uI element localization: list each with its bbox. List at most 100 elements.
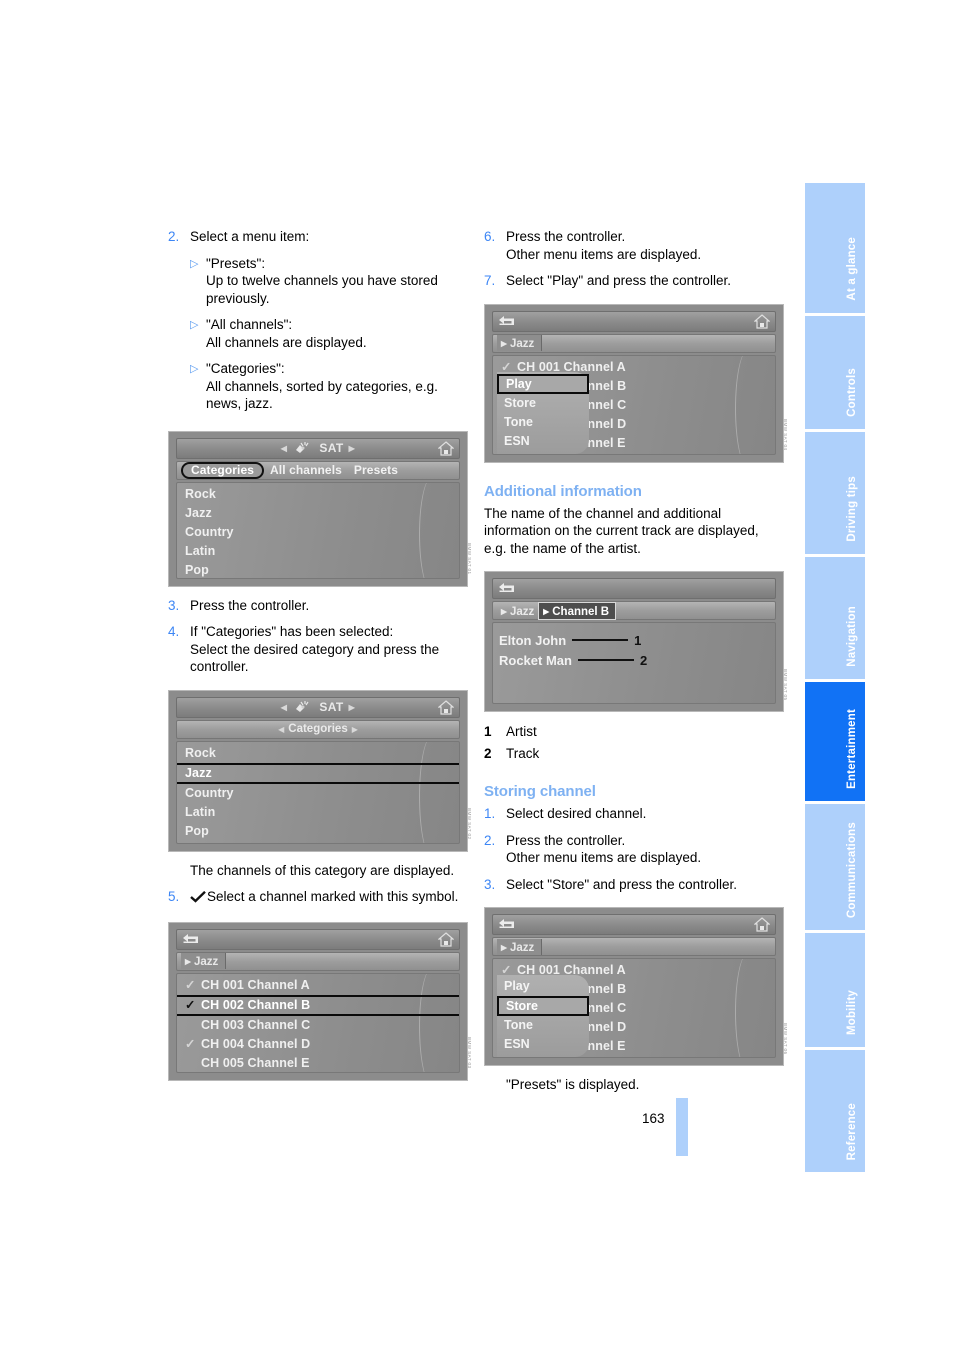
menu-item-store[interactable]: Store	[497, 996, 589, 1016]
list-item[interactable]: Pop	[177, 822, 459, 841]
satellite-icon	[292, 700, 314, 714]
storing-step-1: 1. Select desired channel.	[484, 805, 784, 823]
context-menu: Play Store Tone ESN	[497, 371, 589, 454]
home-icon[interactable]	[753, 917, 771, 932]
screen-title-bar	[492, 310, 776, 332]
back-arrow-icon[interactable]	[498, 315, 516, 328]
menu-item-tone[interactable]: Tone	[497, 413, 589, 432]
figure-sat-categories-tabs: ◀ SAT ▶ Categories All channels Presets …	[168, 430, 472, 587]
section-tabs: At a glance Controls Driving tips Naviga…	[805, 183, 865, 1175]
breadcrumb-categories[interactable]: Categories	[284, 723, 351, 735]
sidebar-item-label: Communications	[846, 821, 858, 918]
step-7: 7. Select "Play" and press the controlle…	[484, 272, 784, 290]
bullet-categories: ▷ "Categories": All channels, sorted by …	[190, 360, 468, 413]
step-text: If "Categories" has been selected: Selec…	[190, 623, 468, 676]
screen-breadcrumb-row: ▸ Jazz	[176, 951, 460, 971]
home-icon[interactable]	[753, 313, 771, 329]
back-arrow-icon[interactable]	[182, 933, 200, 946]
list-item[interactable]: Pop	[177, 561, 459, 578]
sidebar-item-reference[interactable]: Reference	[805, 1050, 865, 1172]
legend-key: 1	[484, 724, 492, 739]
step-number: 3.	[168, 597, 180, 613]
figure-channel-info: ▸ Jazz ▸ Channel B Elton John 1 Rocket M…	[484, 571, 788, 712]
step-4: 4. If "Categories" has been selected: Se…	[168, 623, 468, 676]
step-number: 2.	[168, 229, 180, 244]
back-arrow-icon[interactable]	[498, 582, 516, 595]
list-item[interactable]: Jazz	[177, 504, 459, 523]
sidebar-item-mobility[interactable]: Mobility	[805, 933, 865, 1047]
legend-value: Track	[506, 746, 540, 761]
list-item-label: CH 001 Channel A	[201, 977, 310, 992]
satellite-icon	[292, 441, 314, 455]
menu-item-play[interactable]: Play	[497, 373, 589, 394]
menu-item-tone[interactable]: Tone	[497, 1016, 589, 1035]
callout-leader-line	[572, 639, 629, 641]
list-item[interactable]: Latin	[177, 542, 459, 561]
step-text: Select desired channel.	[506, 806, 647, 821]
list-item[interactable]: ✓CH 003 Channel C	[177, 1016, 459, 1035]
tab-categories[interactable]: Categories	[181, 461, 265, 479]
menu-item-esn[interactable]: ESN	[497, 1035, 589, 1054]
tab-all-channels[interactable]: All channels	[264, 463, 348, 477]
menu-item-store[interactable]: Store	[497, 394, 589, 413]
breadcrumb-jazz[interactable]: ▸ Jazz	[181, 953, 227, 969]
list-item[interactable]: Rock	[177, 744, 459, 763]
step-number: 1.	[484, 806, 496, 821]
menu-item-play[interactable]: Play	[497, 977, 589, 996]
screen-breadcrumb-row: ▸ Jazz	[492, 333, 776, 353]
breadcrumb-channel-b[interactable]: ▸ Channel B	[538, 601, 617, 620]
step-number: 5.	[168, 889, 180, 904]
figure-sat-category-jazz: ◀ SAT ▶ ◀ Categories ▶ Rock Jazz Country…	[168, 689, 472, 852]
screen-title-bar: ◀ SAT ▶	[176, 437, 460, 459]
list-item[interactable]: Latin	[177, 803, 459, 822]
back-arrow-icon[interactable]	[498, 918, 516, 931]
sidebar-item-label: Reference	[846, 1102, 858, 1160]
sidebar-item-at-a-glance[interactable]: At a glance	[805, 183, 865, 313]
list-item-selected[interactable]: ✓ CH 002 Channel B	[177, 994, 459, 1016]
sidebar-item-communications[interactable]: Communications	[805, 804, 865, 930]
breadcrumb-jazz-label: Jazz	[193, 956, 219, 968]
bullet-title: "Categories":	[206, 361, 285, 376]
breadcrumb-jazz[interactable]: ▸ Jazz	[497, 938, 543, 955]
step-number: 4.	[168, 624, 180, 639]
list-item[interactable]: ✓CH 005 Channel E	[177, 1054, 459, 1072]
sidebar-item-entertainment[interactable]: Entertainment	[805, 682, 865, 801]
home-icon[interactable]	[437, 699, 455, 715]
callout-1: 1	[634, 632, 642, 648]
step-5-label: Select a channel marked with this symbol…	[207, 889, 459, 904]
sidebar-item-label: Entertainment	[846, 709, 858, 789]
note-presets-displayed: "Presets" is displayed.	[506, 1077, 640, 1092]
heading-additional-information: Additional information	[484, 482, 642, 500]
page-number: 163	[642, 1111, 665, 1126]
arrow-left-icon: ◀	[280, 443, 288, 453]
left-column: 2. Select a menu item: ▷ "Presets": Up t…	[168, 228, 472, 1091]
list-item[interactable]: ✓ CH 004 Channel D	[177, 1035, 459, 1054]
checkmark-placeholder-icon: ✓	[185, 1054, 201, 1072]
screen-title-text: SAT	[319, 441, 344, 455]
storing-step-3: 3. Select "Store" and press the controll…	[484, 876, 784, 894]
screen-title-bar	[492, 914, 776, 935]
breadcrumb-jazz[interactable]: ▸ Jazz	[497, 604, 538, 618]
arrow-right-icon: ▶	[348, 443, 356, 453]
figure-code: BMW SAT 04	[783, 419, 788, 451]
arrow-left-icon: ◀	[280, 702, 288, 712]
list-item[interactable]: ✓ CH 001 Channel A	[177, 976, 459, 995]
figure-code: BMW SAT 03	[467, 1037, 472, 1069]
artist-name: Elton John	[499, 632, 567, 648]
sidebar-item-navigation[interactable]: Navigation	[805, 557, 865, 679]
menu-item-esn[interactable]: ESN	[497, 432, 589, 451]
screen-title-bar: ◀ SAT ▶	[176, 696, 460, 718]
sidebar-item-driving-tips[interactable]: Driving tips	[805, 432, 865, 554]
list-item[interactable]: Country	[177, 523, 459, 542]
list-item[interactable]: Country	[177, 784, 459, 803]
bullet-desc: All channels are displayed.	[206, 334, 367, 350]
home-icon[interactable]	[437, 440, 455, 456]
sidebar-item-controls[interactable]: Controls	[805, 316, 865, 429]
home-icon[interactable]	[437, 931, 455, 947]
list-item-selected[interactable]: Jazz	[177, 762, 459, 784]
tab-presets[interactable]: Presets	[348, 463, 404, 477]
breadcrumb-jazz[interactable]: ▸ Jazz	[497, 335, 543, 351]
list-item[interactable]: Rock	[177, 485, 459, 504]
checkmark-icon: ✓	[185, 1036, 196, 1051]
screen-title-text: SAT	[319, 700, 344, 714]
